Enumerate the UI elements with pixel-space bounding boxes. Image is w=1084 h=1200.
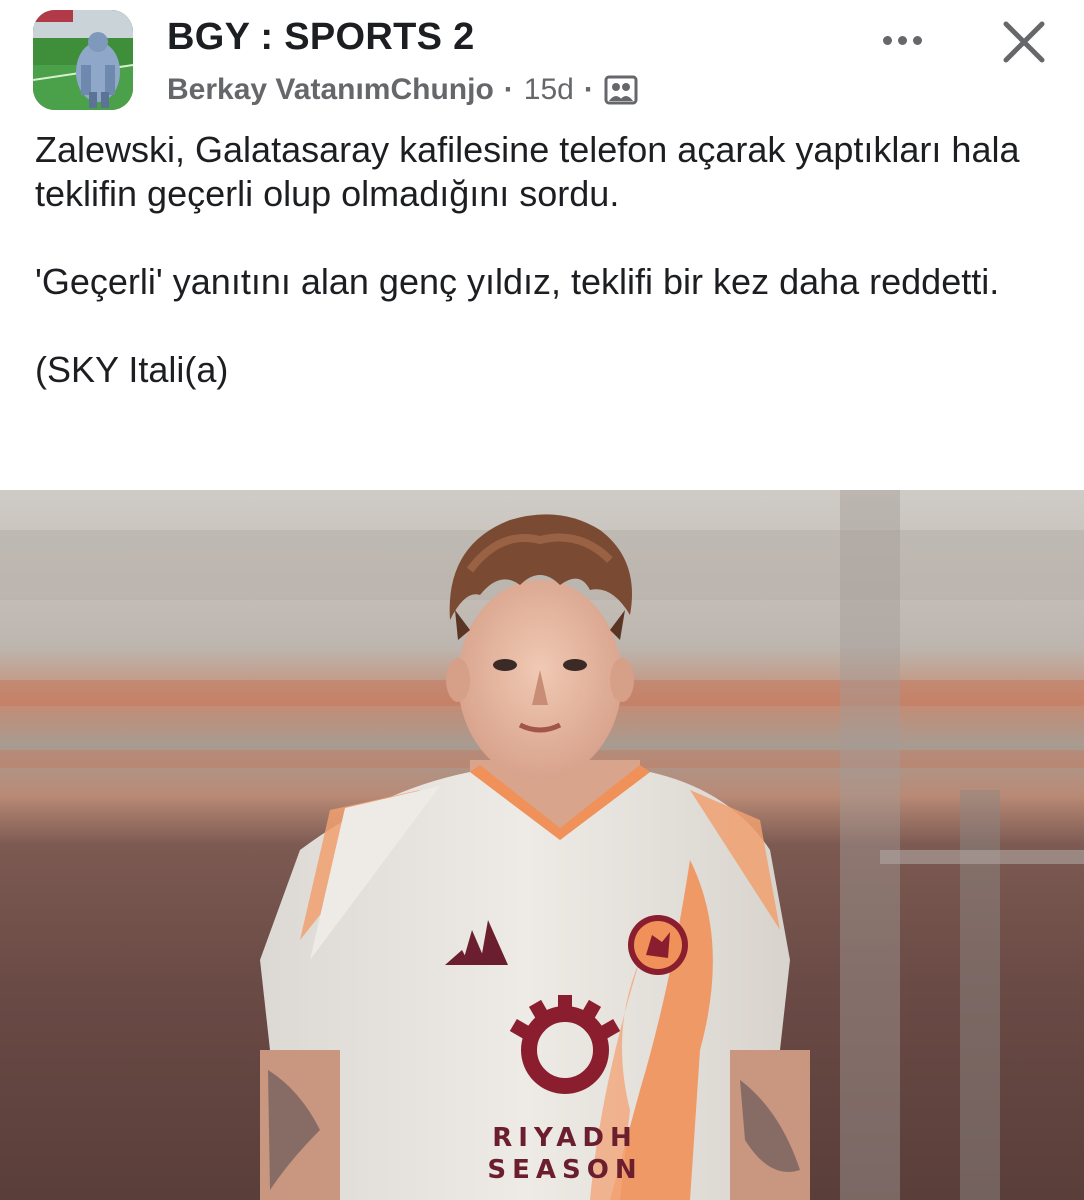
- group-name[interactable]: BGY : SPORTS 2: [167, 16, 475, 59]
- post-photo[interactable]: RIYADH SEASON: [0, 490, 1084, 1200]
- close-icon[interactable]: [996, 14, 1052, 70]
- author-name[interactable]: Berkay VatanımChunjo: [167, 73, 494, 107]
- meta-separator: ·: [503, 73, 514, 106]
- post-body-text: Zalewski, Galatasaray kafilesine telefon…: [35, 128, 1055, 392]
- group-avatar[interactable]: [33, 10, 133, 110]
- post-time[interactable]: 15d: [524, 73, 574, 107]
- dot: [882, 35, 892, 45]
- sponsor-line1: RIYADH: [492, 1123, 638, 1153]
- post-paragraph: (SKY Itali(a): [35, 349, 229, 390]
- more-options-icon[interactable]: [876, 20, 928, 60]
- post-paragraph: Zalewski, Galatasaray kafilesine telefon…: [35, 129, 1020, 214]
- group-members-icon: [604, 75, 638, 105]
- post-meta: Berkay VatanımChunjo · 15d ·: [167, 70, 638, 110]
- meta-separator: ·: [583, 73, 594, 106]
- sponsor-line2: SEASON: [487, 1155, 642, 1185]
- dot: [897, 35, 907, 45]
- player-photo: RIYADH SEASON: [0, 490, 1084, 1200]
- dot: [912, 35, 922, 45]
- post-paragraph: 'Geçerli' yanıtını alan genç yıldız, tek…: [35, 261, 1000, 302]
- post-header: BGY : SPORTS 2 Berkay VatanımChunjo · 15…: [0, 0, 1084, 120]
- group-avatar-image: [33, 10, 133, 110]
